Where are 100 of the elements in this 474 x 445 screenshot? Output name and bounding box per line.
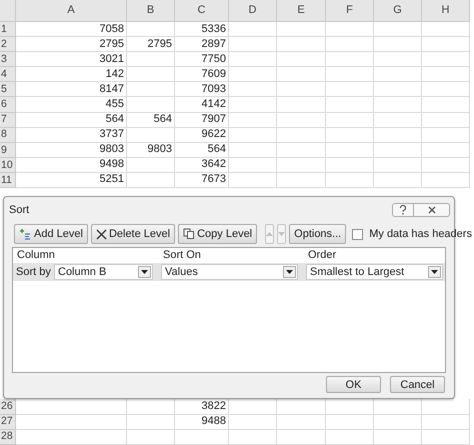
table-cell[interactable]	[326, 112, 374, 128]
row-header[interactable]: 2	[0, 37, 16, 52]
table-cell[interactable]	[277, 37, 326, 52]
table-cell[interactable]	[277, 128, 326, 143]
table-cell[interactable]: 7673	[175, 172, 229, 188]
table-cell[interactable]	[229, 430, 277, 445]
table-cell[interactable]	[326, 82, 374, 98]
row-header[interactable]: 1	[0, 22, 16, 38]
table-cell[interactable]	[127, 414, 175, 430]
table-cell[interactable]: 455	[16, 97, 127, 113]
row-header[interactable]: 9	[0, 142, 16, 158]
table-cell[interactable]: 2897	[175, 37, 229, 52]
toolbar-button[interactable]: Delete Level	[90, 224, 176, 244]
row-header[interactable]: 26	[0, 399, 16, 415]
table-cell[interactable]	[326, 128, 374, 143]
close-button[interactable]	[414, 203, 450, 217]
table-cell[interactable]	[422, 67, 470, 82]
dialog-button[interactable]: OK	[326, 376, 381, 393]
table-cell[interactable]: 9488	[175, 414, 229, 430]
table-cell[interactable]: 9803	[127, 142, 175, 158]
table-cell[interactable]	[422, 430, 470, 445]
column-header[interactable]: H	[422, 0, 470, 22]
table-cell[interactable]: 564	[175, 142, 229, 158]
table-cell[interactable]	[127, 430, 175, 445]
table-cell[interactable]	[229, 97, 277, 113]
table-cell[interactable]	[277, 22, 326, 38]
table-cell[interactable]: 7907	[175, 112, 229, 128]
table-cell[interactable]	[127, 128, 175, 143]
row-header[interactable]: 4	[0, 67, 16, 82]
table-cell[interactable]	[229, 112, 277, 128]
table-cell[interactable]: 5336	[175, 22, 229, 38]
table-cell[interactable]: 7750	[175, 52, 229, 68]
table-cell[interactable]	[277, 82, 326, 98]
table-cell[interactable]	[16, 430, 127, 445]
table-cell[interactable]	[229, 52, 277, 68]
table-cell[interactable]	[127, 158, 175, 173]
table-cell[interactable]	[326, 142, 374, 158]
table-cell[interactable]	[422, 112, 470, 128]
table-cell[interactable]: 7093	[175, 82, 229, 98]
table-cell[interactable]	[175, 430, 229, 445]
table-cell[interactable]	[326, 97, 374, 113]
table-cell[interactable]	[229, 37, 277, 52]
table-cell[interactable]: 3642	[175, 158, 229, 173]
table-cell[interactable]	[374, 22, 422, 38]
column-header[interactable]: G	[374, 0, 422, 22]
table-cell[interactable]: 9498	[16, 158, 127, 173]
table-cell[interactable]	[277, 112, 326, 128]
table-cell[interactable]	[127, 97, 175, 113]
toolbar-button[interactable]: Add Level	[14, 224, 88, 244]
table-cell[interactable]	[229, 22, 277, 38]
table-cell[interactable]	[374, 67, 422, 82]
row-header[interactable]: 11	[0, 172, 16, 188]
table-cell[interactable]	[422, 172, 470, 188]
table-cell[interactable]	[422, 82, 470, 98]
table-cell[interactable]	[374, 158, 422, 173]
select-all-corner[interactable]	[0, 0, 16, 22]
row-header[interactable]: 10	[0, 158, 16, 173]
table-cell[interactable]	[127, 52, 175, 68]
row-header[interactable]: 28	[0, 430, 16, 445]
table-cell[interactable]	[326, 172, 374, 188]
row-header[interactable]: 7	[0, 112, 16, 128]
dialog-button[interactable]: Cancel	[390, 376, 445, 393]
table-cell[interactable]	[374, 172, 422, 188]
table-cell[interactable]	[16, 414, 127, 430]
table-cell[interactable]: 8147	[16, 82, 127, 98]
row-header[interactable]: 5	[0, 82, 16, 98]
table-cell[interactable]	[422, 142, 470, 158]
table-cell[interactable]: 2795	[16, 37, 127, 52]
help-button[interactable]	[392, 203, 414, 217]
table-cell[interactable]: 9803	[16, 142, 127, 158]
row-header[interactable]: 27	[0, 414, 16, 430]
table-cell[interactable]	[277, 158, 326, 173]
table-cell[interactable]	[374, 82, 422, 98]
table-cell[interactable]	[229, 67, 277, 82]
table-cell[interactable]	[374, 430, 422, 445]
table-cell[interactable]	[326, 37, 374, 52]
table-cell[interactable]	[127, 82, 175, 98]
table-cell[interactable]	[422, 414, 470, 430]
table-cell[interactable]	[229, 142, 277, 158]
table-cell[interactable]	[326, 414, 374, 430]
column-header[interactable]: A	[16, 0, 127, 22]
toolbar-button[interactable]: Options...	[289, 224, 346, 244]
table-cell[interactable]	[229, 128, 277, 143]
table-cell[interactable]	[422, 37, 470, 52]
table-cell[interactable]	[326, 158, 374, 173]
table-cell[interactable]: 9622	[175, 128, 229, 143]
table-cell[interactable]	[277, 172, 326, 188]
table-cell[interactable]	[127, 67, 175, 82]
toolbar-button[interactable]: Copy Level	[178, 224, 258, 244]
table-cell[interactable]: 564	[16, 112, 127, 128]
table-cell[interactable]	[229, 82, 277, 98]
table-cell[interactable]: 7609	[175, 67, 229, 82]
column-header[interactable]: F	[326, 0, 374, 22]
table-cell[interactable]: 142	[16, 67, 127, 82]
dropdown[interactable]: Column B	[54, 264, 153, 280]
sort-level-row[interactable]: Sort by Column B Values Smallest to Largest	[13, 263, 445, 281]
table-cell[interactable]: 3021	[16, 52, 127, 68]
table-cell[interactable]	[374, 37, 422, 52]
table-cell[interactable]	[422, 128, 470, 143]
table-cell[interactable]	[374, 52, 422, 68]
